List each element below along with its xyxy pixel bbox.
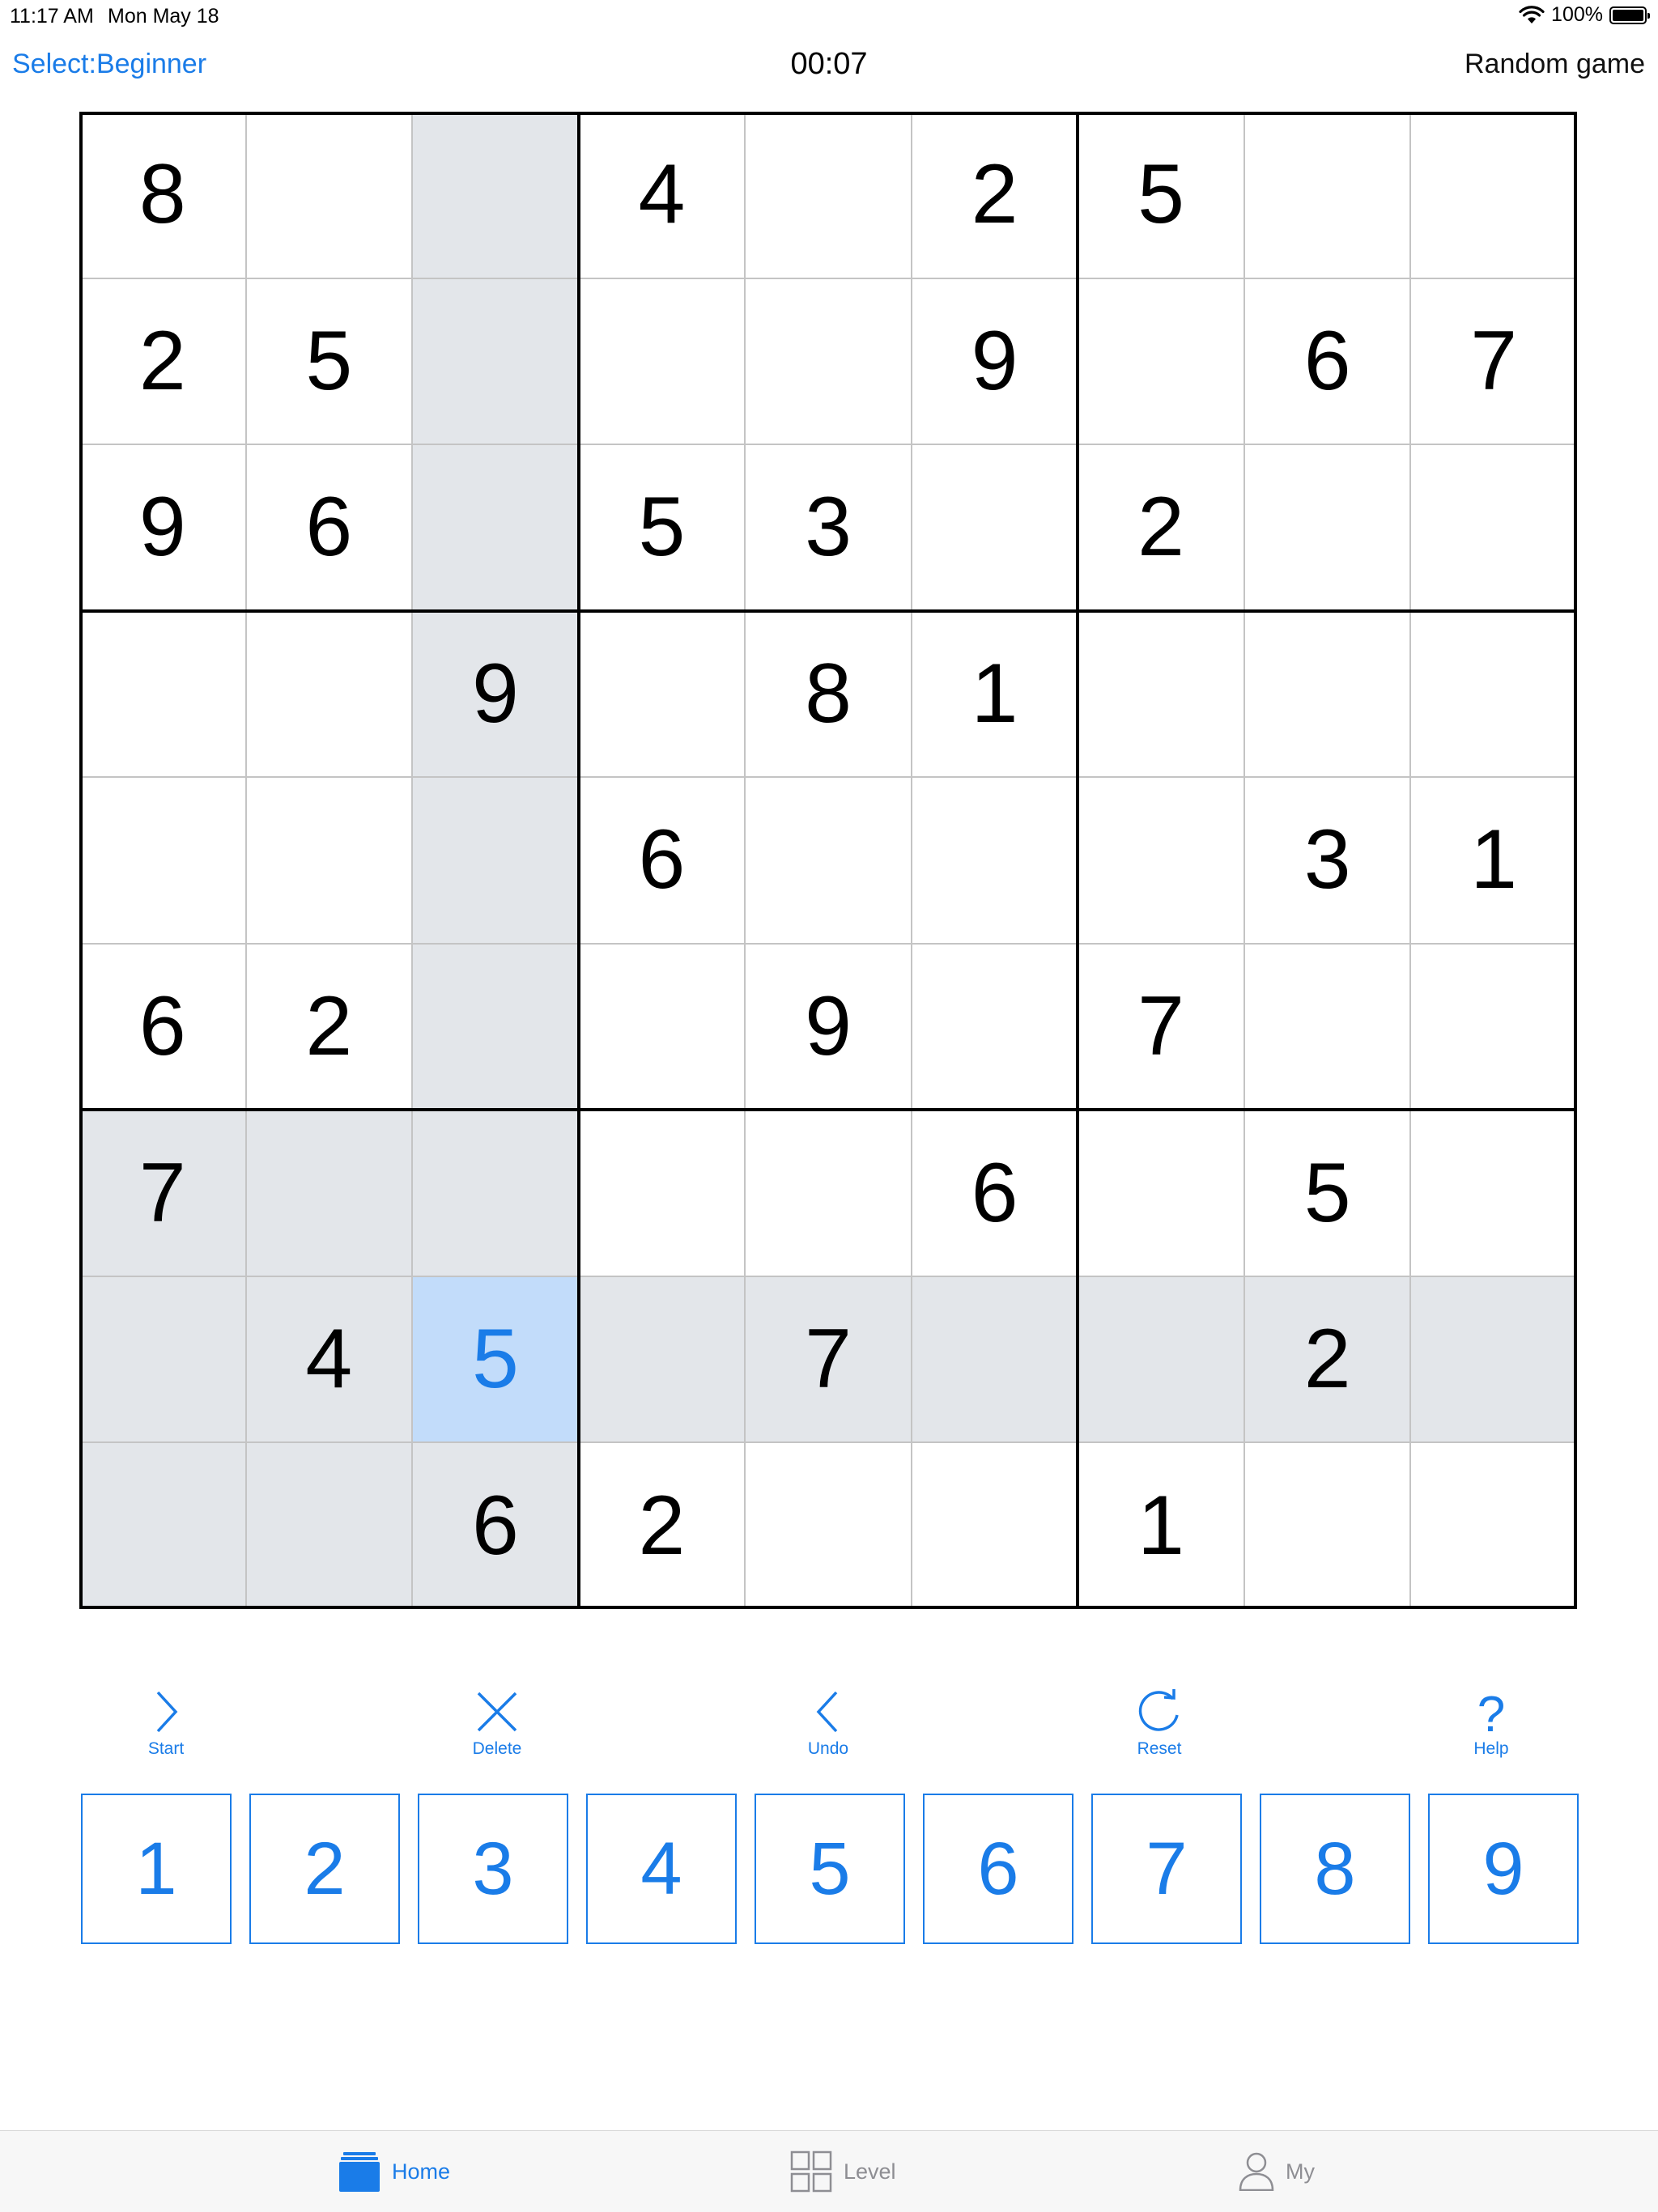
status-date: Mon May 18 <box>108 5 219 28</box>
random-game-button[interactable]: Random game <box>1465 49 1645 80</box>
tab-home[interactable]: Home <box>338 2147 450 2196</box>
chevron-right-icon <box>156 1691 178 1733</box>
key-7[interactable]: 7 <box>1091 1794 1242 1944</box>
help-label: Help <box>1473 1739 1509 1758</box>
question-icon: ? <box>1477 1688 1505 1736</box>
person-icon <box>1239 2152 1274 2191</box>
status-bar: 11:17 AM Mon May 18 100% <box>0 0 1658 32</box>
key-4[interactable]: 4 <box>586 1794 737 1944</box>
svg-text:?: ? <box>1477 1688 1505 1736</box>
tab-my-label: My <box>1286 2159 1315 2184</box>
key-5[interactable]: 5 <box>755 1794 905 1944</box>
key-3[interactable]: 3 <box>418 1794 568 1944</box>
refresh-icon <box>1138 1689 1179 1731</box>
key-2[interactable]: 2 <box>249 1794 400 1944</box>
undo-button[interactable]: Undo <box>763 1688 893 1768</box>
status-right: 100% <box>1519 3 1650 27</box>
reset-button[interactable]: Reset <box>1095 1688 1224 1768</box>
start-button[interactable]: Start <box>101 1688 231 1768</box>
home-icon <box>339 2152 380 2192</box>
battery-icon <box>1609 6 1650 24</box>
key-6[interactable]: 6 <box>923 1794 1073 1944</box>
start-label: Start <box>147 1739 185 1758</box>
board-grid-lines <box>79 112 1577 1609</box>
status-time: 11:17 AM <box>10 5 94 28</box>
reset-label: Reset <box>1137 1739 1182 1758</box>
wifi-icon <box>1519 5 1545 23</box>
battery-percent: 100% <box>1551 3 1603 26</box>
sudoku-board: 8425259679653298163162977654572621 <box>79 112 1577 1609</box>
key-8[interactable]: 8 <box>1260 1794 1410 1944</box>
delete-button[interactable]: Delete <box>432 1688 562 1768</box>
tab-level-label: Level <box>844 2159 896 2184</box>
number-keypad: 1 2 3 4 5 6 7 8 9 <box>0 1794 1658 1947</box>
grid-icon <box>790 2150 832 2193</box>
close-icon <box>477 1692 517 1732</box>
action-toolbar: Start Delete Undo Reset ? Help <box>0 1688 1658 1768</box>
nav-bar: Select:Beginner 00:07 Random game <box>0 40 1658 89</box>
tab-my[interactable]: My <box>1239 2147 1315 2196</box>
nav-title-wrap: 00:07 <box>0 47 1658 82</box>
tab-level[interactable]: Level <box>790 2147 896 2196</box>
undo-label: Undo <box>807 1739 849 1758</box>
select-level-button[interactable]: Select:Beginner <box>12 49 206 80</box>
key-9[interactable]: 9 <box>1428 1794 1579 1944</box>
game-timer: 00:07 <box>790 47 868 81</box>
tab-bar: Home Level My <box>0 2130 1658 2212</box>
delete-label: Delete <box>472 1739 522 1758</box>
help-button[interactable]: ? Help <box>1426 1688 1556 1768</box>
key-1[interactable]: 1 <box>81 1794 232 1944</box>
chevron-left-icon <box>816 1691 838 1733</box>
tab-home-label: Home <box>392 2159 451 2184</box>
